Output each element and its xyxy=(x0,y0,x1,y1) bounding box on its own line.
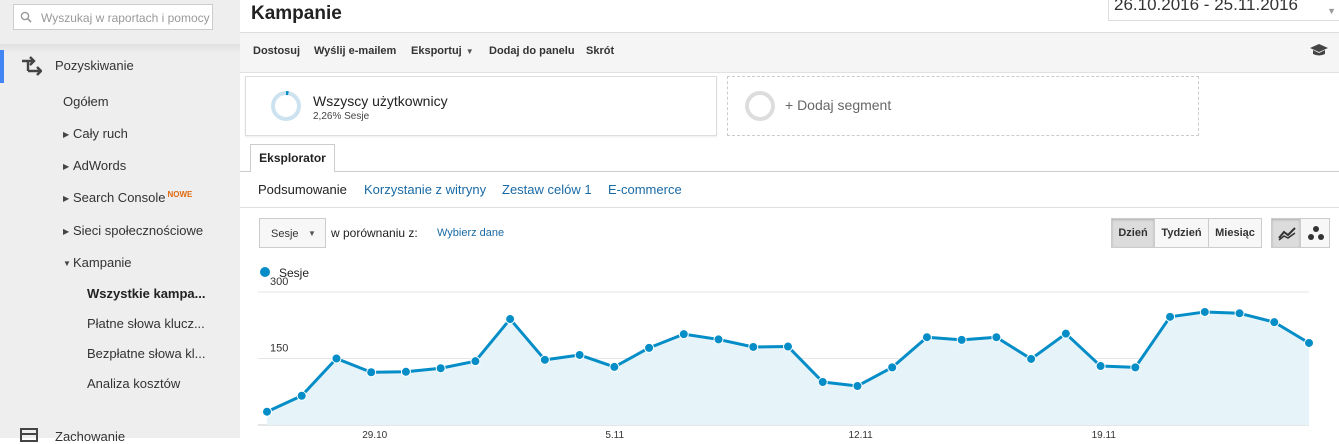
data-point xyxy=(296,390,307,401)
x-tick-label: 12.11 xyxy=(848,430,873,438)
x-tick-label: 5.11 xyxy=(605,430,624,438)
x-tick-label: 19.11 xyxy=(1092,430,1117,438)
data-point xyxy=(817,376,828,387)
data-point xyxy=(678,329,689,340)
data-point xyxy=(470,356,481,367)
data-point xyxy=(713,334,724,345)
data-point xyxy=(921,332,932,343)
data-point xyxy=(435,363,446,374)
data-point xyxy=(1304,337,1314,348)
data-point xyxy=(644,342,655,353)
data-point xyxy=(991,332,1002,343)
y-tick-label: 300 xyxy=(270,276,288,288)
data-point xyxy=(1026,353,1037,364)
data-point xyxy=(366,367,377,378)
data-point xyxy=(331,353,342,364)
data-point xyxy=(887,362,898,373)
data-point xyxy=(1234,308,1245,319)
data-point xyxy=(1095,361,1106,372)
data-point xyxy=(1060,328,1071,339)
data-point xyxy=(852,380,863,391)
data-point xyxy=(1165,311,1176,322)
sessions-chart: 150 300 29.10 5.11 12.11 19.11 xyxy=(258,276,1314,438)
data-point xyxy=(1269,317,1280,328)
data-point xyxy=(1130,362,1141,373)
data-point xyxy=(539,354,550,365)
data-point xyxy=(609,361,620,372)
y-tick-label: 150 xyxy=(270,343,288,355)
data-point xyxy=(748,341,759,352)
data-point xyxy=(1199,306,1210,317)
data-point xyxy=(400,366,411,377)
data-point xyxy=(956,334,967,345)
x-tick-label: 29.10 xyxy=(362,430,387,438)
data-point xyxy=(262,406,272,417)
data-point xyxy=(505,314,516,325)
data-point xyxy=(574,349,585,360)
data-point xyxy=(783,341,793,352)
series-area xyxy=(267,311,1309,425)
